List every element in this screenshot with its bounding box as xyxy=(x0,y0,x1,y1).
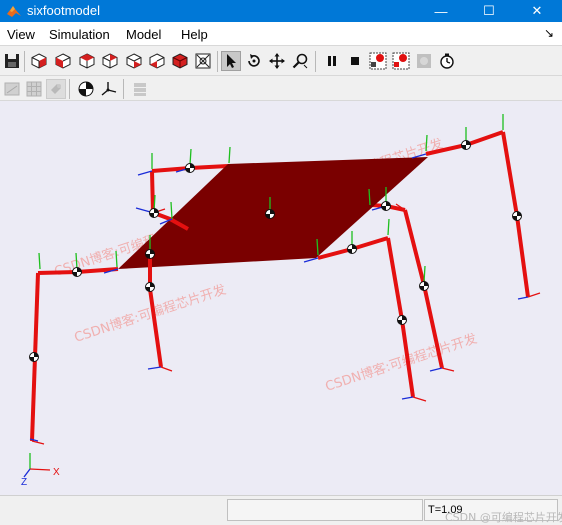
simulation-canvas[interactable]: CSDN博客:可编程芯片开发 CSDN博客:可编程芯片开发 CSDN博客:可编程… xyxy=(0,101,562,495)
layers-icon xyxy=(130,79,150,99)
view-top-cube-icon[interactable] xyxy=(100,51,120,71)
display-toolbar xyxy=(0,77,562,101)
view-front-cube-icon[interactable] xyxy=(53,51,73,71)
minimize-button[interactable]: — xyxy=(418,0,464,22)
menu-model[interactable]: Model xyxy=(126,27,161,42)
leg-left-front xyxy=(30,267,119,442)
title-bar: sixfootmodel — ☐ ✕ xyxy=(0,0,562,22)
pause-icon[interactable] xyxy=(322,51,342,71)
record-icon[interactable] xyxy=(368,51,388,71)
record-settings-icon[interactable] xyxy=(391,51,411,71)
zoom-icon[interactable] xyxy=(290,51,310,71)
axis-label-z: Z xyxy=(21,477,27,488)
menu-bar: View Simulation Model Help ↘ xyxy=(0,22,562,46)
model-scene: CSDN博客:可编程芯片开发 CSDN博客:可编程芯片开发 CSDN博客:可编程… xyxy=(21,114,541,488)
center-of-mass-icon[interactable] xyxy=(76,79,96,99)
timer-icon[interactable] xyxy=(437,51,457,71)
view-bottom-cube-icon[interactable] xyxy=(170,51,190,71)
frame-axes-icon[interactable] xyxy=(99,79,119,99)
fit-to-view-icon[interactable] xyxy=(193,51,213,71)
main-toolbar xyxy=(0,47,562,76)
grid-toggle-icon xyxy=(24,79,44,99)
display-option-icon xyxy=(2,79,22,99)
window-title: sixfootmodel xyxy=(27,3,100,18)
status-bar: T=1.09 CSDN @可编程芯片开发 xyxy=(0,495,562,525)
close-button[interactable]: ✕ xyxy=(514,0,560,22)
status-field-message xyxy=(227,499,423,521)
view-back-cube-icon[interactable] xyxy=(147,51,167,71)
menu-simulation[interactable]: Simulation xyxy=(49,27,110,42)
stop-icon[interactable] xyxy=(345,51,365,71)
save-icon[interactable] xyxy=(2,51,22,71)
view-right-cube-icon[interactable] xyxy=(124,51,144,71)
menu-help[interactable]: Help xyxy=(181,27,208,42)
axis-label-x: X xyxy=(53,467,60,478)
watermark: CSDN博客:可编程芯片开发 xyxy=(323,331,479,395)
select-pointer-icon[interactable] xyxy=(221,51,241,71)
record-disabled-icon xyxy=(414,51,434,71)
maximize-button[interactable]: ☐ xyxy=(466,0,512,22)
rotate-icon[interactable] xyxy=(244,51,264,71)
menu-view[interactable]: View xyxy=(7,27,35,42)
menu-overflow-arrow-icon[interactable]: ↘ xyxy=(544,26,554,40)
world-axes-triad: X Z xyxy=(21,453,60,488)
view-iso-cube-icon[interactable] xyxy=(29,51,49,71)
corner-watermark: CSDN @可编程芯片开发 xyxy=(445,511,562,524)
leg-right-middle xyxy=(357,202,444,369)
view-side-cube-icon[interactable] xyxy=(77,51,97,71)
pan-icon[interactable] xyxy=(267,51,287,71)
show-frames-icon xyxy=(46,79,66,99)
matlab-logo-icon xyxy=(7,6,21,17)
